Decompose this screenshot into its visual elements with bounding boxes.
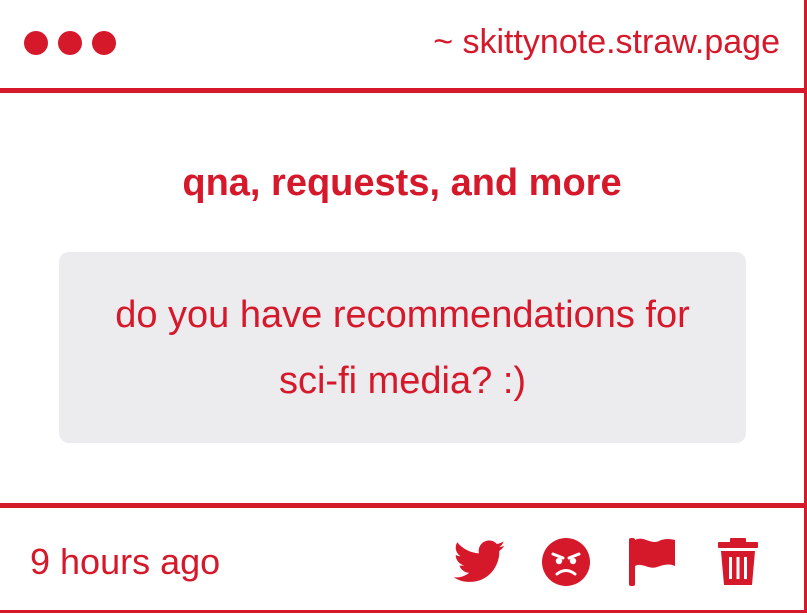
card-content: qna, requests, and more do you have reco… [0,93,804,503]
flag-icon [629,538,675,586]
twitter-icon [454,540,506,582]
share-twitter-button[interactable] [454,536,506,588]
site-url-link[interactable]: ~ skittynote.straw.page [433,22,780,62]
timestamp: 9 hours ago [30,541,221,582]
report-flag-button[interactable] [626,536,678,588]
react-angry-button[interactable] [540,536,592,588]
question-card: ~ skittynote.straw.page qna, requests, a… [0,0,807,613]
question-box: do you have recommendations for sci-fi m… [59,252,746,443]
window-dot-2 [58,31,82,55]
action-bar [454,536,764,588]
window-controls [24,31,116,55]
window-dot-3 [92,31,116,55]
angry-face-icon [542,538,590,586]
window-title-bar: ~ skittynote.straw.page [0,0,804,93]
card-footer: 9 hours ago [0,503,804,615]
question-text: do you have recommendations for sci-fi m… [115,293,690,402]
trash-icon [718,538,758,585]
window-dot-1 [24,31,48,55]
delete-button[interactable] [712,536,764,588]
page-title: qna, requests, and more [182,162,622,204]
